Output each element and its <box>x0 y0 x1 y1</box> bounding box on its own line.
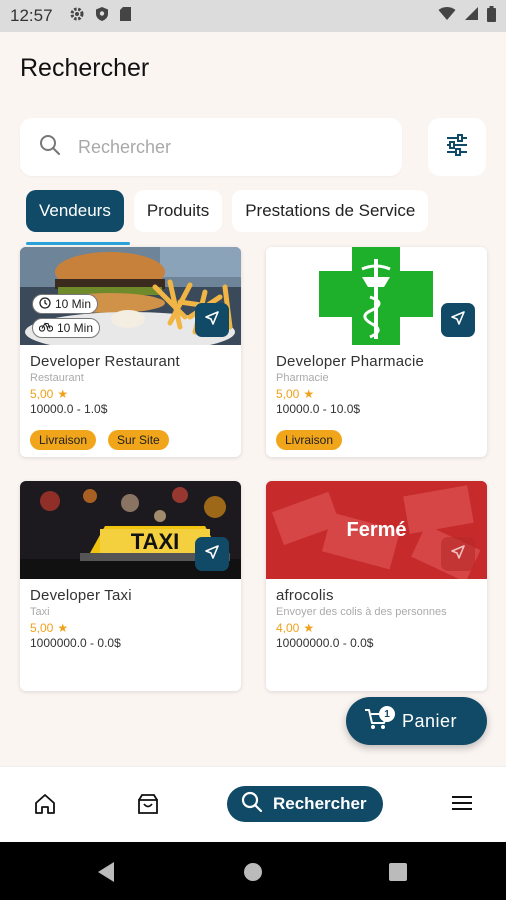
category-tabs: Vendeurs Produits Prestations de Service <box>26 190 429 232</box>
vendor-price-range: 10000000.0 - 0.0$ <box>276 636 374 650</box>
home-circle-icon[interactable] <box>243 862 263 887</box>
star-icon: ★ <box>303 387 315 401</box>
search-icon <box>241 791 263 818</box>
page-title: Rechercher <box>20 54 150 82</box>
filter-button[interactable] <box>428 118 486 176</box>
nav-shop[interactable] <box>136 793 160 820</box>
vendor-name: Developer Restaurant <box>30 353 180 370</box>
signal-icon <box>464 6 479 26</box>
menu-icon <box>450 793 474 818</box>
service-badges: Livraison <box>276 430 477 450</box>
clock-icon <box>39 296 51 312</box>
status-time: 12:57 <box>10 6 53 25</box>
pharmacy-image <box>266 247 487 345</box>
shop-icon <box>136 793 160 820</box>
vendor-rating: 4,00 ★ <box>276 621 315 635</box>
navigate-button[interactable] <box>195 537 229 571</box>
tab-vendeurs[interactable]: Vendeurs <box>26 190 124 232</box>
restaurant-image: 10 Min 10 Min <box>20 247 241 345</box>
filter-sliders-icon <box>445 133 469 161</box>
star-icon: ★ <box>303 621 315 635</box>
cart-count-badge: 1 <box>379 706 395 722</box>
search-box[interactable] <box>20 118 402 176</box>
navigation-arrow-icon <box>451 544 465 564</box>
vendor-category: Restaurant <box>30 372 84 384</box>
badge-livraison: Livraison <box>30 430 97 450</box>
service-badges: Livraison Sur Site <box>30 430 231 450</box>
badge-livraison: Livraison <box>276 430 343 450</box>
vendor-card-afrocolis[interactable]: Fermé afrocolis Envoyer des colis à des … <box>266 481 487 691</box>
tab-produits[interactable]: Produits <box>133 190 223 232</box>
vendor-price-range: 10000.0 - 10.0$ <box>276 402 361 416</box>
ride-time-chip: 10 Min <box>32 318 101 338</box>
vendor-rating: 5,00 ★ <box>276 387 315 401</box>
navigate-button[interactable] <box>195 303 229 337</box>
vendor-category: Pharmacie <box>276 372 329 384</box>
sd-card-icon <box>119 6 132 27</box>
settings-icon <box>69 6 85 27</box>
back-icon[interactable] <box>96 861 116 888</box>
star-icon: ★ <box>57 621 69 635</box>
afrocolis-image: Fermé <box>266 481 487 579</box>
tab-prestations[interactable]: Prestations de Service <box>232 190 429 232</box>
taxi-sign-text: TAXI <box>131 529 179 554</box>
vendor-card-restaurant[interactable]: 10 Min 10 Min Developer Restaurant Resta… <box>20 247 241 457</box>
bicycle-icon <box>38 321 54 335</box>
nav-menu[interactable] <box>450 793 474 818</box>
vendor-name: Developer Taxi <box>30 587 132 604</box>
nav-home[interactable] <box>33 793 57 820</box>
delivery-time-chip: 10 Min <box>32 294 99 314</box>
status-bar: 12:57 <box>0 0 506 32</box>
home-icon <box>33 793 57 820</box>
vendor-card-pharmacie[interactable]: Developer Pharmacie Pharmacie 5,00 ★ 100… <box>266 247 487 457</box>
vendor-rating: 5,00 ★ <box>30 387 69 401</box>
nav-search[interactable]: Rechercher <box>227 786 383 822</box>
navigate-button[interactable] <box>441 303 475 337</box>
cart-label: Panier <box>402 710 458 731</box>
vendor-name: afrocolis <box>276 587 334 604</box>
navigation-arrow-icon <box>205 310 219 330</box>
active-tab-indicator <box>26 242 130 245</box>
navigation-arrow-icon <box>205 544 219 564</box>
shield-icon <box>95 6 109 27</box>
vendor-name: Developer Pharmacie <box>276 353 425 370</box>
vendor-price-range: 10000.0 - 1.0$ <box>30 402 108 416</box>
cart-button[interactable]: 1 Panier <box>346 697 487 745</box>
search-input[interactable] <box>78 136 358 158</box>
star-icon: ★ <box>57 387 69 401</box>
battery-icon <box>487 5 496 27</box>
vendor-price-range: 1000000.0 - 0.0$ <box>30 636 121 650</box>
wifi-icon <box>438 6 456 26</box>
search-icon <box>38 133 62 162</box>
system-navigation-bar <box>0 842 506 900</box>
taxi-image: TAXI <box>20 481 241 579</box>
nav-search-label: Rechercher <box>273 794 367 813</box>
vendor-rating: 5,00 ★ <box>30 621 69 635</box>
navigation-arrow-icon <box>451 310 465 330</box>
vendor-card-taxi[interactable]: TAXI Developer Taxi Taxi 5,00 ★ 1000000.… <box>20 481 241 691</box>
vendor-category: Taxi <box>30 606 50 618</box>
navigate-button[interactable] <box>441 537 475 571</box>
badge-sur-site: Sur Site <box>108 430 169 450</box>
vendor-category: Envoyer des colis à des personnes <box>276 606 447 618</box>
recents-icon[interactable] <box>389 863 407 886</box>
bottom-navigation: Rechercher <box>0 766 506 842</box>
